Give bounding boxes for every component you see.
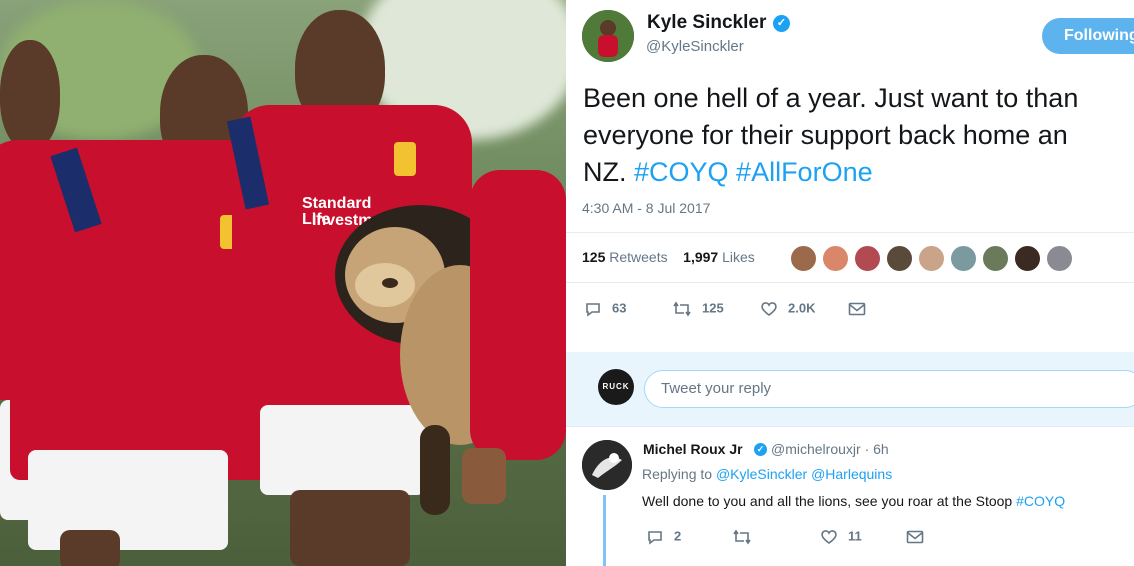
replying-to: Replying to @KyleSinckler @Harlequins <box>642 466 892 482</box>
message-action[interactable] <box>848 300 876 317</box>
tweet-text: Been one hell of a year. Just want to th… <box>583 80 1134 191</box>
author-avatar[interactable] <box>582 10 634 62</box>
verified-icon: ✓ <box>754 443 767 456</box>
replying-to-links[interactable]: @KyleSinckler @Harlequins <box>716 466 892 482</box>
verified-icon: ✓ <box>773 15 790 32</box>
retweet-action[interactable]: 125 <box>672 300 724 318</box>
reply-text-body: Well done to you and all the lions, see … <box>642 493 1017 509</box>
author-name[interactable]: Kyle Sinckler <box>647 12 766 34</box>
divider <box>566 232 1134 233</box>
heart-icon <box>821 530 837 544</box>
thread-line <box>603 495 606 566</box>
retweet-icon <box>733 529 751 545</box>
tweet-text-line-3-start: NZ. <box>583 157 634 187</box>
reply-author-name[interactable]: Michel Roux Jr <box>643 441 743 457</box>
reply-reply-action[interactable]: 2 <box>646 528 681 546</box>
reply-message-action[interactable] <box>906 528 934 545</box>
tweet-stats: 125 Retweets 1,997 Likes <box>582 249 755 265</box>
hashtag-coyq-reply[interactable]: #COYQ <box>1016 493 1065 509</box>
reply-retweet-action[interactable] <box>732 528 762 546</box>
reply-count: 63 <box>612 300 627 316</box>
liker-avatar[interactable] <box>1046 245 1073 272</box>
current-user-avatar[interactable]: RUCK <box>598 369 634 405</box>
liker-avatar[interactable] <box>790 245 817 272</box>
liker-avatar[interactable] <box>950 245 977 272</box>
tweet-panel: Kyle Sinckler ✓ @KyleSinckler Following … <box>566 0 1134 566</box>
divider <box>566 282 1134 283</box>
replying-to-prefix: Replying to <box>642 466 716 482</box>
liker-avatar[interactable] <box>918 245 945 272</box>
liker-avatar[interactable] <box>886 245 913 272</box>
liker-avatar[interactable] <box>822 245 849 272</box>
envelope-icon <box>848 302 866 315</box>
retweet-icon <box>673 301 691 317</box>
hashtag-allforone[interactable]: #AllForOne <box>736 157 873 187</box>
tweet-text-line-2: everyone for their support back home an <box>583 120 1068 150</box>
following-button[interactable]: Following <box>1042 18 1134 54</box>
retweet-count: 125 <box>702 300 724 316</box>
reply-text: Well done to you and all the lions, see … <box>642 493 1065 509</box>
reply-author-handle[interactable]: @michelrouxjr · 6h <box>771 441 889 457</box>
hashtag-coyq[interactable]: #COYQ <box>634 157 729 187</box>
tweet-timestamp[interactable]: 4:30 AM - 8 Jul 2017 <box>582 200 710 216</box>
rugby-team-photo: Standard Life Investme <box>0 0 566 566</box>
author-handle[interactable]: @KyleSinckler <box>646 38 744 55</box>
likes-count[interactable]: 1,997 <box>683 249 718 265</box>
reply-icon <box>648 531 662 545</box>
like-count: 2.0K <box>788 300 816 316</box>
like-action[interactable]: 2.0K <box>760 300 815 318</box>
reply-like-action[interactable]: 11 <box>820 528 862 546</box>
reply-input[interactable]: Tweet your reply <box>644 370 1134 408</box>
likes-label[interactable]: Likes <box>722 249 755 265</box>
reply-reply-count: 2 <box>674 528 682 544</box>
reply-icon <box>586 303 600 317</box>
divider <box>566 426 1134 427</box>
liker-avatar[interactable] <box>1014 245 1041 272</box>
reply-author-avatar[interactable] <box>582 440 632 490</box>
tweet-text-line-1: Been one hell of a year. Just want to th… <box>583 83 1079 113</box>
reply-action[interactable]: 63 <box>584 300 626 318</box>
liker-avatar[interactable] <box>982 245 1009 272</box>
heart-icon <box>761 302 777 316</box>
tweet-text-line-3: NZ. #COYQ #AllForOne <box>583 154 1134 191</box>
liker-avatar[interactable] <box>854 245 881 272</box>
reply-like-count: 11 <box>848 528 862 544</box>
retweets-count[interactable]: 125 <box>582 249 605 265</box>
envelope-icon <box>906 530 924 543</box>
retweets-label[interactable]: Retweets <box>609 249 667 265</box>
